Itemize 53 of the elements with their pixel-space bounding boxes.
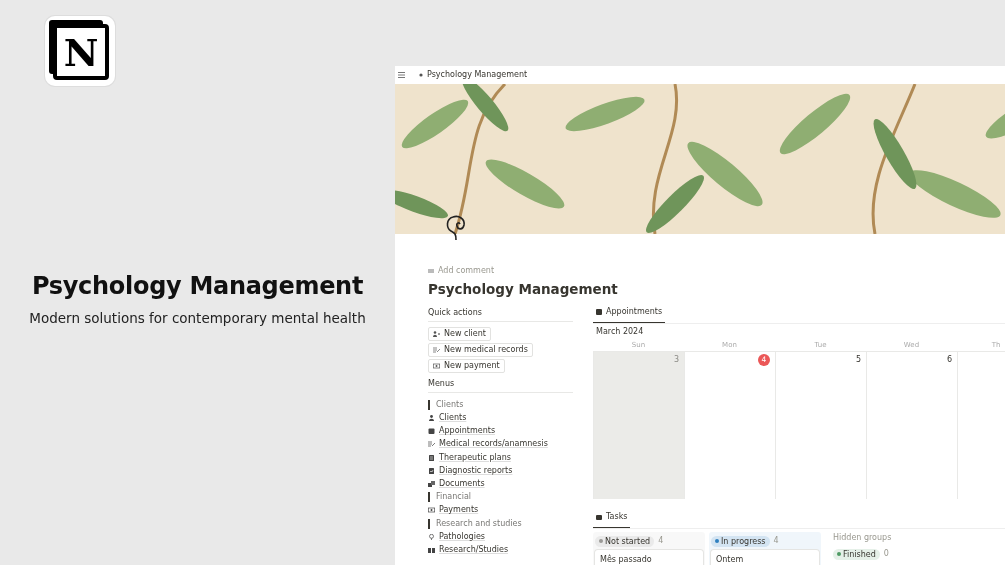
cash-icon — [428, 507, 435, 514]
person-icon — [428, 415, 435, 422]
logo: N — [45, 16, 115, 86]
menu-link[interactable]: Payments — [439, 504, 479, 517]
action-button[interactable]: New client — [428, 327, 491, 342]
calendar-icon — [428, 428, 435, 435]
menu-icon[interactable] — [398, 72, 405, 78]
section-label: Clients — [428, 399, 464, 410]
day-number: 6 — [946, 355, 952, 365]
menu-link[interactable]: Research/Studies — [439, 543, 509, 556]
view-tab[interactable]: Appointments — [593, 303, 666, 324]
count-label: 0 — [883, 548, 889, 561]
view-tab[interactable]: Tasks — [593, 508, 631, 529]
month-label: March 2024 — [596, 326, 645, 339]
section-label: Financial — [428, 492, 472, 503]
page-title: Psychology Management — [428, 280, 619, 299]
action-button[interactable]: New medical records — [428, 343, 533, 358]
menu-link[interactable]: Diagnostic reports — [439, 464, 513, 477]
cash-icon — [433, 363, 440, 370]
menu-link[interactable]: Therapeutic plans — [439, 451, 511, 464]
folders-icon — [428, 480, 435, 487]
headline: Psychology Management — [31, 271, 364, 302]
day-number: 5 — [855, 355, 861, 365]
subtitle: Modern solutions for contemporary mental health — [29, 309, 366, 328]
status-tag: In progress — [711, 535, 770, 547]
briefcase-icon — [596, 514, 602, 521]
hidden-groups-label: Hidden groups — [833, 532, 892, 545]
action-button[interactable]: New payment — [428, 359, 505, 374]
document-icon — [428, 454, 435, 461]
section-heading: Quick actions — [428, 308, 573, 323]
status-tag: Finished — [833, 548, 880, 560]
section-label: Research and studies — [428, 518, 522, 529]
person-add-icon — [433, 331, 440, 338]
menu-link[interactable]: Medical records/anamnesis — [439, 438, 548, 451]
breadcrumb[interactable]: Psychology Management — [427, 69, 528, 81]
menu-link[interactable]: Appointments — [439, 425, 496, 438]
count-label: 4 — [658, 535, 664, 548]
list-pen-icon — [433, 347, 440, 354]
book-icon — [428, 546, 435, 553]
page-icon — [419, 72, 423, 78]
count-label: 4 — [773, 535, 779, 548]
report-icon — [428, 467, 435, 474]
status-tag: Not started — [595, 535, 655, 547]
task-card[interactable]: Ontem — [711, 550, 819, 565]
calendar-icon — [596, 309, 602, 316]
task-card[interactable]: Mês passado — [595, 550, 703, 565]
day-number: 3 — [673, 355, 679, 365]
menu-link[interactable]: Clients — [439, 412, 467, 425]
brain-icon — [445, 214, 467, 242]
menu-link[interactable]: Pathologies — [439, 530, 485, 543]
menu-link[interactable]: Documents — [439, 477, 485, 490]
list-pen-icon — [428, 441, 435, 448]
section-heading: Menus — [428, 379, 573, 394]
